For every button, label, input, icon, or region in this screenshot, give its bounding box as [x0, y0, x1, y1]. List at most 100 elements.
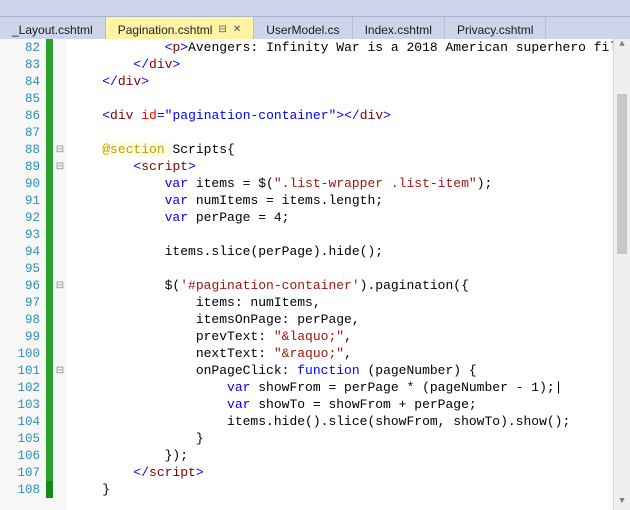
pin-icon[interactable]: ⊟ [218, 24, 226, 35]
code-line[interactable]: var items = $(".list-wrapper .list-item"… [71, 175, 630, 192]
code-line[interactable] [71, 124, 630, 141]
change-marker [46, 158, 53, 175]
scroll-down-arrow[interactable]: ▼ [614, 496, 630, 510]
line-number: 97 [0, 296, 46, 310]
gutter-row: 107 [0, 464, 67, 481]
scroll-thumb[interactable] [617, 94, 627, 254]
change-marker [46, 379, 53, 396]
line-number: 86 [0, 109, 46, 123]
line-number: 101 [0, 364, 46, 378]
change-marker [46, 226, 53, 243]
gutter-row: 87 [0, 124, 67, 141]
change-marker [46, 447, 53, 464]
tab-bar: _Layout.cshtml Pagination.cshtml ⊟ ✕ UserMod… [0, 17, 630, 39]
code-editor[interactable]: 82838485868788⊟89⊟90919293949596⊟9798991… [0, 39, 630, 510]
code-line[interactable]: onPageClick: function (pageNumber) { [71, 362, 630, 379]
code-line[interactable]: <div id="pagination-container"></div> [71, 107, 630, 124]
code-line[interactable]: </div> [71, 73, 630, 90]
line-number: 103 [0, 398, 46, 412]
change-marker [46, 39, 53, 56]
gutter-row: 100 [0, 345, 67, 362]
line-number: 104 [0, 415, 46, 429]
code-line[interactable]: var numItems = items.length; [71, 192, 630, 209]
code-line[interactable]: items.slice(perPage).hide(); [71, 243, 630, 260]
code-line[interactable]: itemsOnPage: perPage, [71, 311, 630, 328]
change-marker [46, 481, 53, 498]
change-marker [46, 294, 53, 311]
tab-usermodel-cs[interactable]: UserModel.cs [254, 17, 352, 39]
line-number: 87 [0, 126, 46, 140]
code-line[interactable]: </script> [71, 464, 630, 481]
code-line[interactable] [71, 90, 630, 107]
line-number: 107 [0, 466, 46, 480]
scroll-up-arrow[interactable]: ▲ [614, 39, 630, 54]
gutter-row: 88 ⊟ [0, 141, 67, 158]
tab-pagination-cshtml[interactable]: Pagination.cshtml ⊟ ✕ [106, 17, 255, 39]
code-area[interactable]: <p>Avengers: Infinity War is a 2018 Amer… [67, 39, 630, 510]
gutter-row: 101 ⊟ [0, 362, 67, 379]
gutter-row: 108 [0, 481, 67, 498]
change-marker [46, 175, 53, 192]
fold-toggle[interactable]: ⊟ [53, 365, 67, 377]
line-number: 83 [0, 58, 46, 72]
line-number: 105 [0, 432, 46, 446]
gutter: 82838485868788⊟89⊟90919293949596⊟9798991… [0, 39, 67, 510]
change-marker [46, 277, 53, 294]
code-line[interactable]: prevText: "&laquo;", [71, 328, 630, 345]
tab-index-cshtml[interactable]: Index.cshtml [353, 17, 445, 39]
gutter-row: 104 [0, 413, 67, 430]
fold-toggle[interactable]: ⊟ [53, 144, 67, 156]
change-marker [46, 192, 53, 209]
code-line[interactable] [71, 226, 630, 243]
gutter-row: 105 [0, 430, 67, 447]
code-line[interactable]: $('#pagination-container').pagination({ [71, 277, 630, 294]
line-number: 90 [0, 177, 46, 191]
line-number: 92 [0, 211, 46, 225]
line-number: 82 [0, 41, 46, 55]
change-marker [46, 345, 53, 362]
code-line[interactable]: var showTo = showFrom + perPage; [71, 396, 630, 413]
change-marker [46, 107, 53, 124]
line-number: 106 [0, 449, 46, 463]
code-line[interactable] [71, 260, 630, 277]
code-line[interactable]: <p>Avengers: Infinity War is a 2018 Amer… [71, 39, 630, 56]
fold-toggle[interactable]: ⊟ [53, 161, 67, 173]
line-number: 91 [0, 194, 46, 208]
change-marker [46, 209, 53, 226]
code-line[interactable]: <script> [71, 158, 630, 175]
change-marker [46, 396, 53, 413]
line-number: 89 [0, 160, 46, 174]
code-line[interactable]: nextText: "&raquo;", [71, 345, 630, 362]
code-line[interactable]: }); [71, 447, 630, 464]
vertical-scrollbar[interactable]: ▲ ▼ [613, 39, 630, 510]
close-icon[interactable]: ✕ [233, 24, 241, 35]
code-line[interactable]: @section Scripts{ [71, 141, 630, 158]
code-line[interactable]: </div> [71, 56, 630, 73]
gutter-row: 92 [0, 209, 67, 226]
code-line[interactable]: items: numItems, [71, 294, 630, 311]
fold-toggle[interactable]: ⊟ [53, 280, 67, 292]
change-marker [46, 124, 53, 141]
code-line[interactable]: var showFrom = perPage * (pageNumber - 1… [71, 379, 630, 396]
tab--layout-cshtml[interactable]: _Layout.cshtml [0, 17, 106, 39]
change-marker [46, 464, 53, 481]
line-number: 88 [0, 143, 46, 157]
tab-label: Pagination.cshtml [118, 23, 213, 37]
line-number: 102 [0, 381, 46, 395]
gutter-row: 91 [0, 192, 67, 209]
code-line[interactable]: } [71, 430, 630, 447]
change-marker [46, 430, 53, 447]
change-marker [46, 56, 53, 73]
line-number: 98 [0, 313, 46, 327]
line-number: 95 [0, 262, 46, 276]
change-marker [46, 311, 53, 328]
change-marker [46, 73, 53, 90]
gutter-row: 95 [0, 260, 67, 277]
gutter-row: 99 [0, 328, 67, 345]
code-line[interactable]: items.hide().slice(showFrom, showTo).sho… [71, 413, 630, 430]
tab-privacy-cshtml[interactable]: Privacy.cshtml [445, 17, 546, 39]
code-line[interactable]: } [71, 481, 630, 498]
code-line[interactable]: var perPage = 4; [71, 209, 630, 226]
change-marker [46, 413, 53, 430]
tab-label: Index.cshtml [365, 23, 432, 37]
